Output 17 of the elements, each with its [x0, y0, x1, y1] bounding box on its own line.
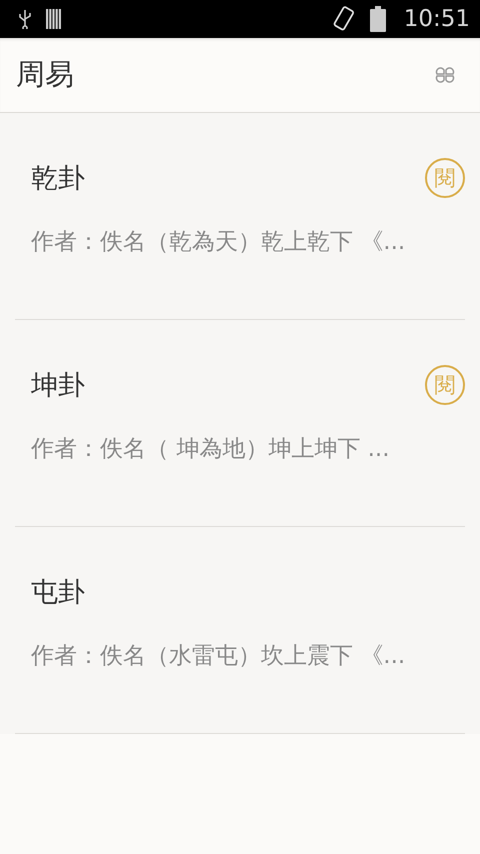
item-description: 作者：佚名（水雷屯）坎上震下 《...	[31, 642, 406, 671]
list-item[interactable]: 乾卦 閱 作者：佚名（乾為天）乾上乾下 《...	[15, 113, 465, 320]
read-badge: 閱	[425, 365, 465, 405]
list-item[interactable]: 坤卦 閱 作者：佚名（ 坤為地）坤上坤下 ...	[15, 320, 465, 527]
app-title: 周易	[16, 56, 74, 93]
read-badge: 閱	[425, 158, 465, 198]
rotate-icon	[332, 5, 356, 33]
status-time: 10:51	[404, 6, 470, 32]
item-description: 作者：佚名（乾為天）乾上乾下 《...	[31, 228, 406, 257]
item-title: 坤卦	[31, 369, 85, 403]
battery-icon	[370, 6, 386, 32]
usb-icon	[18, 9, 32, 29]
list-item[interactable]: 屯卦 作者：佚名（水雷屯）坎上震下 《...	[15, 527, 465, 734]
item-title: 乾卦	[31, 162, 85, 196]
item-title: 屯卦	[31, 576, 85, 610]
item-description: 作者：佚名（ 坤為地）坤上坤下 ...	[31, 435, 391, 464]
signal-bars-icon	[46, 9, 62, 29]
